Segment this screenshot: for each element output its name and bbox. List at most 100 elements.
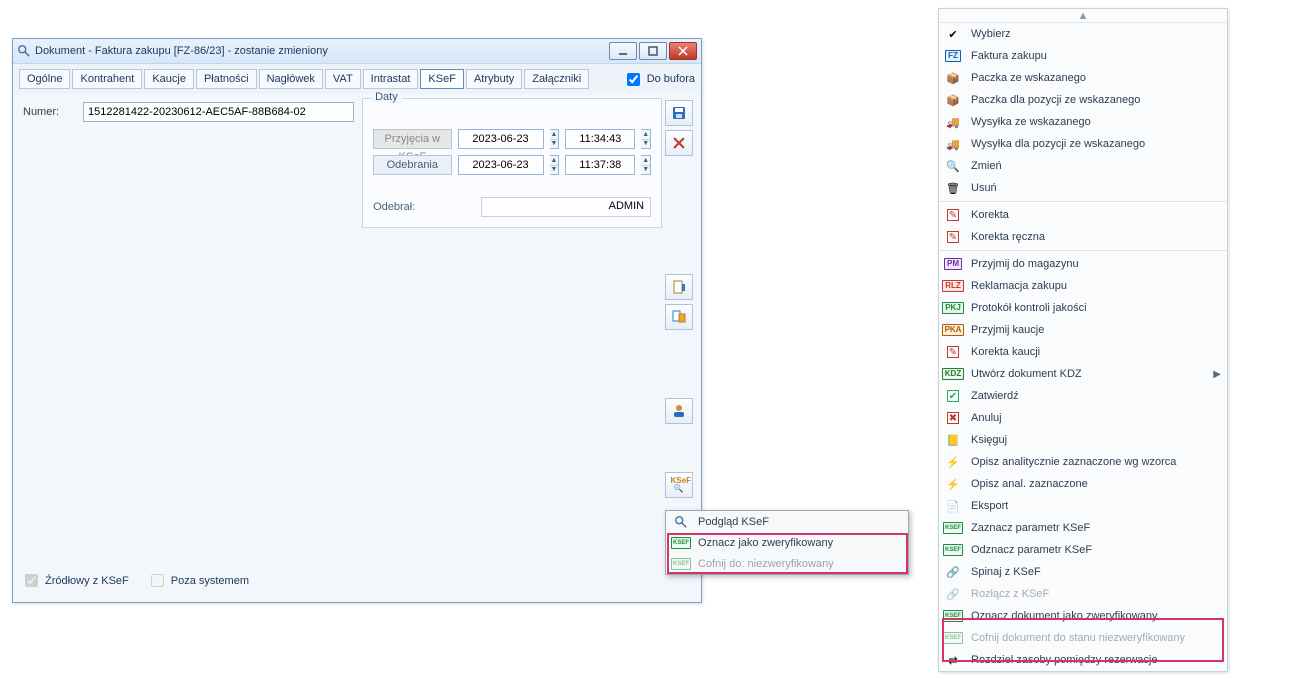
truck-icon: 🚚 <box>943 116 963 129</box>
mi-korekta-reczna[interactable]: ✎Korekta ręczna <box>939 226 1227 248</box>
mi-wysylka-wskazanego[interactable]: 🚚Wysyłka ze wskazanego <box>939 111 1227 133</box>
save-button[interactable] <box>665 100 693 126</box>
date-input-odebrania[interactable] <box>458 155 544 175</box>
tab-ogolne[interactable]: Ogólne <box>19 69 70 89</box>
minimize-button[interactable] <box>609 42 637 60</box>
date-label-przyjecia: Przyjęcia w KSeF <box>373 129 451 149</box>
date-input-przyjecia[interactable] <box>458 129 544 149</box>
mi-przyjmij-kaucje[interactable]: PKAPrzyjmij kaucje <box>939 319 1227 341</box>
mi-ksieguj[interactable]: 📒Księguj <box>939 429 1227 451</box>
correction-icon: ✎ <box>943 346 963 358</box>
mi-wybierz[interactable]: ✔Wybierz <box>939 23 1227 45</box>
doc-button-2[interactable] <box>665 304 693 330</box>
page-icon <box>671 279 687 295</box>
delete-button[interactable] <box>665 130 693 156</box>
tab-zalaczniki[interactable]: Załączniki <box>524 69 589 89</box>
ksef-popup-menu: Podgląd KSeF KSEF Oznacz jako zweryfikow… <box>665 510 909 575</box>
truck-items-icon: 🚚 <box>943 138 963 151</box>
odebral-label: Odebrał: <box>373 201 471 213</box>
mi-spinaj-ksef[interactable]: 🔗Spinaj z KSeF <box>939 561 1227 583</box>
mi-zatwierdz[interactable]: ✔Zatwierdź <box>939 385 1227 407</box>
ksef-check-icon: KSEF <box>672 537 690 549</box>
split-icon: ⇄ <box>943 654 963 667</box>
mi-usun[interactable]: 🗑Usuń <box>939 177 1227 199</box>
fz-icon: FZ <box>943 50 963 62</box>
rlz-icon: RLZ <box>943 280 963 292</box>
tab-vat[interactable]: VAT <box>325 69 361 89</box>
mi-rozlacz-ksef: 🔗Rozłącz z KSeF <box>939 583 1227 605</box>
tab-kaucje[interactable]: Kaucje <box>144 69 194 89</box>
context-menu: ▲ ✔Wybierz FZFaktura zakupu 📦Paczka ze w… <box>938 8 1228 672</box>
window-footer: Źródłowy z KSeF Poza systemem <box>21 571 249 590</box>
mi-paczka-wskazanego[interactable]: 📦Paczka ze wskazanego <box>939 67 1227 89</box>
mi-eksport[interactable]: 📄Eksport <box>939 495 1227 517</box>
date-row-odebrania: Odebrania ▲▼ ▲▼ <box>373 155 651 175</box>
date-spinner-przyjecia[interactable]: ▲▼ <box>550 129 560 149</box>
mi-korekta-kaucji[interactable]: ✎Korekta kaucji <box>939 341 1227 363</box>
doc-button-1[interactable] <box>665 274 693 300</box>
poza-input[interactable] <box>151 574 164 587</box>
numer-input[interactable] <box>83 102 354 122</box>
maximize-button[interactable] <box>639 42 667 60</box>
mi-odznacz-ksef[interactable]: KSEFOdznacz parametr KSeF <box>939 539 1227 561</box>
mi-opisz-anal-wzorca[interactable]: ⚡Opisz analitycznie zaznaczone wg wzorca <box>939 451 1227 473</box>
mi-wysylka-pozycji[interactable]: 🚚Wysyłka dla pozycji ze wskazanego <box>939 133 1227 155</box>
mi-rozdziel-zasoby[interactable]: ⇄Rozdziel zasoby pomiędzy rezerwacje <box>939 649 1227 671</box>
time-input-przyjecia[interactable] <box>565 129 635 149</box>
time-spinner-przyjecia[interactable]: ▲▼ <box>641 129 651 149</box>
mi-utworz-kdz[interactable]: KDZUtwórz dokument KDZ▶ <box>939 363 1227 385</box>
do-bufora-input[interactable] <box>627 73 640 86</box>
mi-protokol-jakosci[interactable]: PKJProtokół kontroli jakości <box>939 297 1227 319</box>
zrodlowy-checkbox[interactable]: Źródłowy z KSeF <box>21 571 129 590</box>
do-bufora-checkbox[interactable]: Do bufora <box>623 70 695 89</box>
tab-ksef[interactable]: KSeF <box>420 69 464 89</box>
time-input-odebrania[interactable] <box>565 155 635 175</box>
check-icon: ✔ <box>943 28 963 41</box>
kdz-icon: KDZ <box>943 368 963 380</box>
poza-label: Poza systemem <box>171 575 249 587</box>
separator <box>939 250 1227 251</box>
ksef-menu-button[interactable]: KSeF🔍 <box>665 472 693 498</box>
time-spinner-odebrania[interactable]: ▲▼ <box>641 155 651 175</box>
mi-zmien[interactable]: 🔍Zmień <box>939 155 1227 177</box>
close-button[interactable] <box>669 42 697 60</box>
popup-label: Podgląd KSeF <box>698 516 769 528</box>
export-icon: 📄 <box>943 500 963 513</box>
tab-kontrahent[interactable]: Kontrahent <box>72 69 142 89</box>
daty-legend: Daty <box>371 91 402 103</box>
mi-anuluj[interactable]: ✖Anuluj <box>939 407 1227 429</box>
magnifier-icon <box>672 515 690 529</box>
tab-naglowek[interactable]: Nagłówek <box>259 69 323 89</box>
mi-paczka-pozycji[interactable]: 📦Paczka dla pozycji ze wskazanego <box>939 89 1227 111</box>
tab-atrybuty[interactable]: Atrybuty <box>466 69 522 89</box>
mi-przyjmij-magazyn[interactable]: PMPrzyjmij do magazynu <box>939 253 1227 275</box>
bolt-icon: ⚡ <box>943 456 963 469</box>
document-window: Dokument - Faktura zakupu [FZ-86/23] - z… <box>12 38 702 603</box>
popup-podglad-ksef[interactable]: Podgląd KSeF <box>666 511 908 532</box>
bolt-icon: ⚡ <box>943 478 963 491</box>
ksef-undo-icon: KSEF <box>672 558 690 570</box>
poza-checkbox[interactable]: Poza systemem <box>147 571 249 590</box>
mi-faktura-zakupu[interactable]: FZFaktura zakupu <box>939 45 1227 67</box>
mi-oznacz-zweryfikowany[interactable]: KSEFOznacz dokument jako zweryfikowany <box>939 605 1227 627</box>
trash-icon: 🗑 <box>943 182 963 195</box>
tab-intrastat[interactable]: Intrastat <box>363 69 419 89</box>
menu-scroll-up[interactable]: ▲ <box>939 9 1227 23</box>
popup-oznacz-zweryfikowany[interactable]: KSEF Oznacz jako zweryfikowany <box>666 532 908 553</box>
date-row-przyjecia: Przyjęcia w KSeF ▲▼ ▲▼ <box>373 129 651 149</box>
manual-correction-icon: ✎ <box>943 231 963 243</box>
mi-korekta[interactable]: ✎Korekta <box>939 204 1227 226</box>
ksef-icon: KSEF <box>943 544 963 556</box>
mi-opisz-anal[interactable]: ⚡Opisz anal. zaznaczone <box>939 473 1227 495</box>
page-link-icon <box>671 309 687 325</box>
x-icon <box>671 135 687 151</box>
date-spinner-odebrania[interactable]: ▲▼ <box>550 155 560 175</box>
zrodlowy-input[interactable] <box>25 574 38 587</box>
window-title: Dokument - Faktura zakupu [FZ-86/23] - z… <box>35 45 609 57</box>
popup-cofnij-niezweryfikowany: KSEF Cofnij do: niezweryfikowany <box>666 553 908 574</box>
user-button[interactable] <box>665 398 693 424</box>
mi-zaznacz-ksef[interactable]: KSEFZaznacz parametr KSeF <box>939 517 1227 539</box>
numer-pane: Numer: <box>19 98 358 588</box>
mi-reklamacja[interactable]: RLZReklamacja zakupu <box>939 275 1227 297</box>
tab-platnosci[interactable]: Płatności <box>196 69 257 89</box>
